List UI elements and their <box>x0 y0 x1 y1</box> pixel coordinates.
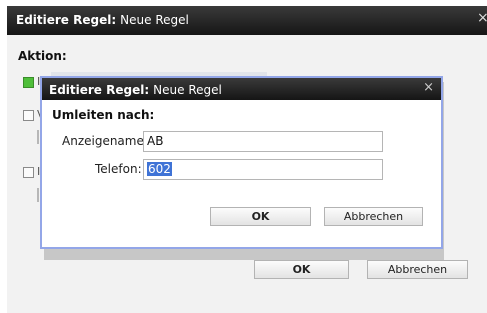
inner-title-bar: Editiere Regel: Neue Regel × <box>42 78 441 100</box>
outer-title-bold: Editiere Regel: <box>16 13 117 27</box>
display-name-label: Anzeigename: <box>62 134 148 148</box>
inner-close-icon[interactable]: × <box>423 80 434 95</box>
outer-ok-button[interactable]: OK <box>254 260 349 279</box>
display-name-value: AB <box>147 134 164 148</box>
display-name-field[interactable]: AB <box>143 131 383 152</box>
phone-field[interactable]: 602 <box>143 159 383 180</box>
outer-close-icon[interactable]: × <box>477 10 487 26</box>
inner-cancel-button[interactable]: Abbrechen <box>324 207 423 226</box>
option-checkbox-3[interactable] <box>23 167 34 178</box>
outer-title-bar: Editiere Regel: Neue Regel × <box>7 6 487 35</box>
option-indent-bar <box>37 188 39 202</box>
section-label: Umleiten nach: <box>52 108 155 122</box>
phone-label: Telefon: <box>95 162 142 176</box>
aktion-label: Aktion: <box>18 49 67 63</box>
phone-value: 602 <box>147 162 172 176</box>
option-checkbox-2[interactable] <box>23 110 34 121</box>
inner-title-bold: Editiere Regel: <box>49 83 150 97</box>
inner-title-name: Neue Regel <box>153 83 222 97</box>
option-checkbox-1[interactable] <box>23 77 34 88</box>
option-indent-bar <box>37 130 39 144</box>
outer-cancel-button[interactable]: Abbrechen <box>367 260 468 279</box>
inner-dialog: Editiere Regel: Neue Regel × Umleiten nac… <box>40 76 443 249</box>
outer-title-name: Neue Regel <box>120 13 189 27</box>
inner-ok-button[interactable]: OK <box>210 207 311 226</box>
